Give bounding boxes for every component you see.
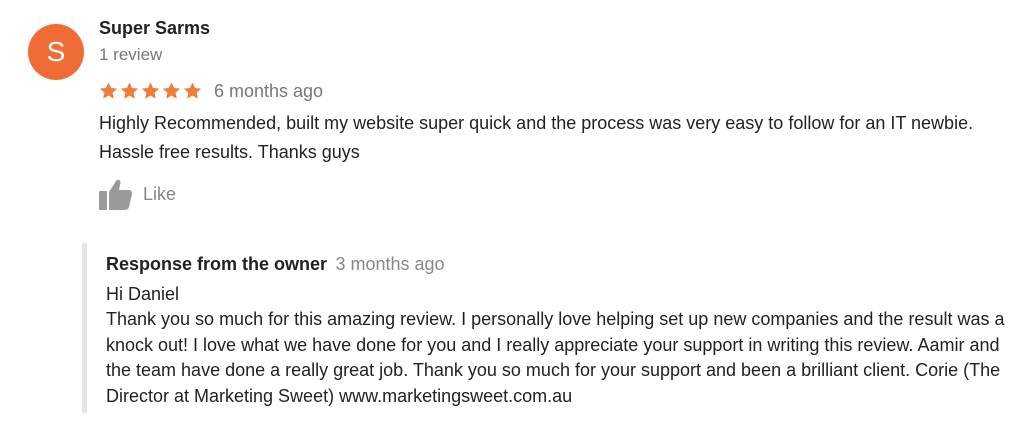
reviewer-name[interactable]: Super Sarms xyxy=(99,18,210,39)
owner-response: Response from the owner 3 months ago Hi … xyxy=(82,243,1007,413)
owner-response-title: Response from the owner xyxy=(106,254,328,274)
owner-response-header: Response from the owner 3 months ago xyxy=(106,254,445,275)
like-button[interactable]: Like xyxy=(98,178,176,211)
rating-row: 6 months ago xyxy=(98,79,323,103)
review-time: 6 months ago xyxy=(214,80,324,101)
review-text: Highly Recommended, built my website sup… xyxy=(99,113,974,162)
owner-response-time: 3 months ago xyxy=(335,254,445,274)
star-icon xyxy=(183,82,202,99)
star-icon xyxy=(141,82,160,99)
star-rating xyxy=(98,81,203,101)
star-icon xyxy=(120,82,139,99)
like-label: Like xyxy=(143,184,177,204)
review-card: S Super Sarms 1 review 6 months ago High… xyxy=(0,0,1024,438)
star-icon xyxy=(162,82,181,99)
thumbs-up-icon xyxy=(99,179,133,210)
star-icon xyxy=(99,82,118,99)
review-count: 1 review xyxy=(99,45,163,64)
owner-response-text: Thank you so much for this amazing revie… xyxy=(106,309,1005,406)
owner-response-greeting: Hi Daniel xyxy=(106,284,180,304)
avatar[interactable]: S xyxy=(28,24,84,80)
